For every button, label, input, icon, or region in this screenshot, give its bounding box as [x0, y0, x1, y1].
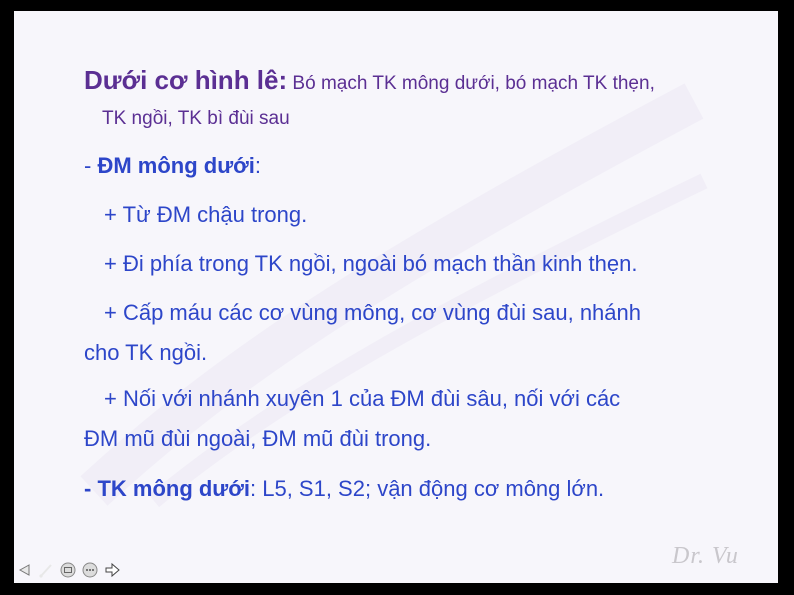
- next-button[interactable]: [102, 560, 122, 580]
- more-options-button[interactable]: [80, 560, 100, 580]
- heading-line-2: TK ngồi, TK bì đùi sau: [102, 108, 290, 129]
- previous-button[interactable]: [14, 560, 34, 580]
- previous-icon: [18, 564, 30, 576]
- artery-section-heading: - ĐM mông dưới:: [84, 153, 261, 179]
- artery-bullet-supply: + Cấp máu các cơ vùng mông, cơ vùng đùi …: [104, 300, 642, 325]
- more-options-icon: [82, 562, 98, 578]
- slideshow-controls: [14, 558, 122, 582]
- nerve-section: - TK mông dưới: L5, S1, S2; vận động cơ …: [84, 476, 604, 502]
- heading-title: Dưới cơ hình lê:: [84, 65, 288, 95]
- nerve-description: : L5, S1, S2; vận động cơ mông lớn.: [250, 476, 605, 501]
- artery-colon: :: [254, 153, 262, 178]
- slide: Dưới cơ hình lê: Bó mạch TK mông dưới, b…: [14, 11, 778, 583]
- heading-line-1: Dưới cơ hình lê: Bó mạch TK mông dưới, b…: [84, 65, 655, 96]
- pen-icon: [39, 564, 52, 578]
- heading-title-rest: Bó mạch TK mông dưới, bó mạch TK thẹn,: [287, 73, 655, 94]
- next-icon: [105, 562, 120, 578]
- artery-bullet-origin: + Từ ĐM chậu trong.: [104, 202, 308, 227]
- slide-menu-button[interactable]: [58, 560, 78, 580]
- pen-button[interactable]: [36, 560, 56, 580]
- nerve-label: - TK mông dưới: [84, 476, 250, 501]
- artery-dash: -: [84, 153, 98, 178]
- artery-label: ĐM mông dưới: [97, 153, 255, 178]
- artery-bullet-anastomosis: + Nối với nhánh xuyên 1 của ĐM đùi sâu, …: [104, 386, 621, 411]
- artery-bullet-anastomosis-cont: ĐM mũ đùi ngoài, ĐM mũ đùi trong.: [84, 426, 432, 451]
- artery-bullet-supply-cont: cho TK ngồi.: [84, 340, 208, 365]
- author-signature: Dr. Vu: [672, 543, 739, 569]
- slide-menu-icon: [60, 562, 76, 578]
- artery-bullet-course: + Đi phía trong TK ngồi, ngoài bó mạch t…: [104, 251, 638, 276]
